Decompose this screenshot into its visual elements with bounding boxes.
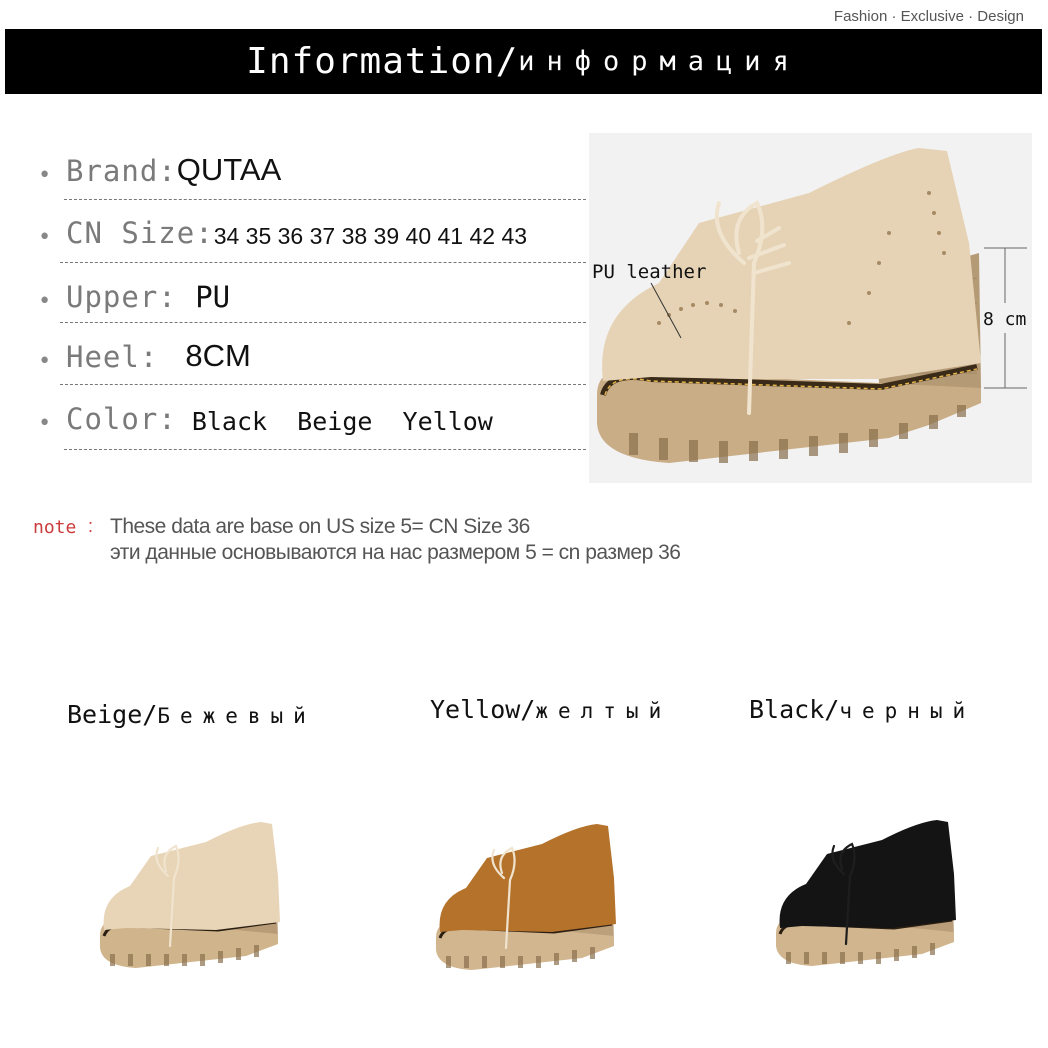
variant-name: Beige/ (67, 700, 158, 729)
sole-tread (554, 953, 559, 965)
shoe-upper (103, 822, 280, 930)
divider (60, 322, 586, 323)
bullet-icon: • (38, 163, 52, 188)
variant-name-ru: Бежевый (157, 704, 316, 728)
spec-size: • CN Size: 34 35 36 37 38 39 40 41 42 43 (38, 210, 527, 250)
sole-tread (876, 952, 881, 964)
shoe-upper (779, 820, 956, 928)
variant-image-black[interactable] (772, 814, 962, 974)
variant-name-ru: черный (839, 699, 976, 723)
sole-tread (518, 956, 523, 968)
spec-value: PU (195, 280, 231, 314)
note-separator: : (88, 516, 94, 536)
variant-caption-black: Black/черный (749, 695, 975, 724)
divider (64, 199, 586, 200)
spec-upper: • Upper: PU (38, 274, 230, 314)
product-photo: PU leather 8 cm (589, 133, 1032, 483)
variant-image-beige[interactable] (96, 816, 286, 976)
sole-tread (464, 956, 469, 968)
sole-tread (128, 954, 133, 966)
spec-value: 8CM (176, 338, 251, 373)
spec-brand: • Brand: QUTAA (38, 148, 281, 188)
shoe-upper (439, 824, 616, 932)
note-label: note (33, 517, 77, 538)
sole-tread (912, 946, 917, 958)
divider (64, 449, 586, 450)
sole-tread (500, 956, 505, 968)
bullet-icon: • (38, 289, 52, 314)
spec-value: 34 35 36 37 38 39 40 41 42 43 (213, 223, 528, 249)
sole-tread (536, 956, 541, 968)
sole-tread (894, 949, 899, 961)
spec-value: QUTAA (176, 152, 282, 187)
spec-label: Color: (66, 402, 177, 436)
header-title: Information/ (246, 41, 519, 82)
material-label: PU leather (592, 261, 707, 283)
variant-caption-yellow: Yellow/желтый (430, 695, 671, 724)
sole-tread (858, 952, 863, 964)
sole-tread (822, 952, 827, 964)
sole-tread (236, 948, 241, 960)
spec-color: • Color: Black Beige Yellow (38, 396, 493, 436)
sole-tread (182, 954, 187, 966)
spec-label: CN Size: (66, 216, 214, 250)
sole-tread (146, 954, 151, 966)
height-label: 8 cm (983, 309, 1027, 330)
header-band: Information/информация (5, 29, 1042, 94)
sole-tread (164, 954, 169, 966)
tagline: Fashion · Exclusive · Design (833, 8, 1024, 25)
note-text-en: These data are base on US size 5= CN Siz… (110, 515, 530, 538)
variant-name: Black/ (749, 695, 840, 724)
sole-tread (446, 956, 451, 968)
header-title-ru: информация (518, 46, 801, 77)
sole-tread (110, 954, 115, 966)
variant-caption-beige: Beige/Бежевый (67, 700, 316, 729)
variant-image-yellow[interactable] (432, 818, 622, 978)
spec-value: Black Beige Yellow (176, 407, 493, 436)
variant-name-ru: желтый (535, 699, 672, 723)
bullet-icon: • (38, 411, 52, 436)
sole-tread (804, 952, 809, 964)
sole-tread (254, 945, 259, 957)
sole-tread (590, 947, 595, 959)
sole-tread (218, 951, 223, 963)
spec-label: Brand: (66, 154, 177, 188)
sole-tread (786, 952, 791, 964)
shoe-illustration (597, 148, 1027, 463)
sole-tread (930, 943, 935, 955)
sole-tread (200, 954, 205, 966)
sole-tread (482, 956, 487, 968)
bullet-icon: • (38, 225, 52, 250)
spec-heel: • Heel: 8CM (38, 334, 251, 374)
sole-tread (840, 952, 845, 964)
note-text-ru: эти данные основываются на нас размером … (110, 541, 681, 564)
spec-label: Upper: (66, 280, 196, 314)
sole-tread (572, 950, 577, 962)
divider (60, 262, 586, 263)
bullet-icon: • (38, 349, 52, 374)
divider (60, 384, 586, 385)
spec-label: Heel: (66, 340, 177, 374)
variant-name: Yellow/ (430, 695, 536, 724)
